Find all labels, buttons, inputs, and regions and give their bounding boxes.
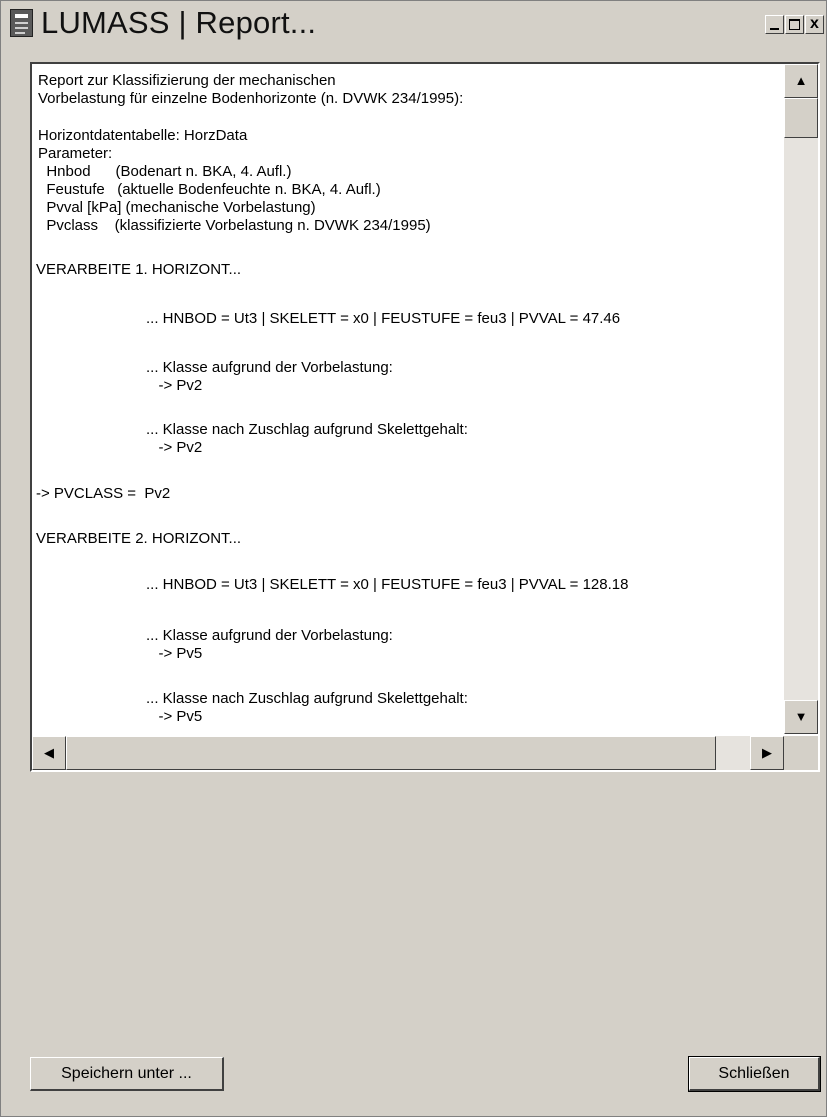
vertical-scroll-thumb[interactable] (784, 98, 818, 138)
arrow-left-icon: ◀ (44, 745, 54, 760)
minimize-button[interactable] (765, 15, 784, 34)
report-line: ... Klasse nach Zuschlag aufgrund Skelet… (146, 421, 468, 438)
report-line: Horizontdatentabelle: HorzData (38, 127, 248, 144)
app-document-icon (10, 9, 33, 37)
close-icon: x (810, 15, 819, 32)
scroll-right-button[interactable]: ▶ (750, 736, 784, 770)
report-line: Hnbod (Bodenart n. BKA, 4. Aufl.) (38, 163, 292, 180)
minimize-icon (770, 28, 779, 30)
report-line: ... HNBOD = Ut3 | SKELETT = x0 | FEUSTUF… (146, 576, 629, 593)
report-line: Pvval [kPa] (mechanische Vorbelastung) (38, 199, 316, 216)
scroll-left-button[interactable]: ◀ (32, 736, 66, 770)
horizontal-scrollbar[interactable]: ◀ ▶ (32, 736, 784, 770)
close-button[interactable]: Schließen (688, 1056, 821, 1092)
report-line: Pvclass (klassifizierte Vorbelastung n. … (38, 217, 431, 234)
close-window-button[interactable]: x (805, 15, 824, 34)
scroll-down-button[interactable]: ▼ (784, 700, 818, 734)
report-line: ... HNBOD = Ut3 | SKELETT = x0 | FEUSTUF… (146, 310, 621, 327)
report-text-box[interactable]: Report zur Klassifizierung der mechanisc… (30, 62, 820, 772)
report-line: -> Pv5 (146, 645, 203, 662)
horizontal-scroll-thumb[interactable] (66, 736, 716, 770)
arrow-up-icon: ▲ (794, 73, 808, 88)
scrollbar-corner (784, 736, 818, 770)
report-line: -> Pv2 (146, 377, 203, 394)
report-line: -> Pv2 (146, 439, 203, 456)
report-line: Vorbelastung für einzelne Bodenhorizonte… (38, 90, 464, 107)
save-as-button[interactable]: Speichern unter ... (30, 1057, 224, 1091)
title-bar[interactable]: LUMASS | Report... x (1, 1, 826, 45)
report-line: ... Klasse aufgrund der Vorbelastung: (146, 627, 393, 644)
maximize-button[interactable] (785, 15, 804, 34)
report-line: ... Klasse aufgrund der Vorbelastung: (146, 359, 393, 376)
report-line: VERARBEITE 1. HORIZONT... (36, 261, 242, 278)
report-line: Report zur Klassifizierung der mechanisc… (38, 72, 336, 89)
report-line: VERARBEITE 2. HORIZONT... (36, 530, 242, 547)
vertical-scrollbar[interactable]: ▲ ▼ (784, 64, 818, 734)
report-line: -> PVCLASS = Pv2 (36, 485, 171, 502)
scroll-up-button[interactable]: ▲ (784, 64, 818, 98)
report-text-content[interactable]: Report zur Klassifizierung der mechanisc… (32, 64, 784, 734)
window-title: LUMASS | Report... (41, 5, 317, 40)
arrow-down-icon: ▼ (794, 709, 808, 724)
report-line: Feustufe (aktuelle Bodenfeuchte n. BKA, … (38, 181, 381, 198)
report-line: ... Klasse nach Zuschlag aufgrund Skelet… (146, 690, 468, 707)
report-line: Parameter: (38, 145, 113, 162)
maximize-icon (789, 19, 800, 30)
report-window: LUMASS | Report... x Report zur Klassifi… (0, 0, 827, 1117)
report-line: -> Pv5 (146, 708, 203, 725)
arrow-right-icon: ▶ (762, 745, 772, 760)
